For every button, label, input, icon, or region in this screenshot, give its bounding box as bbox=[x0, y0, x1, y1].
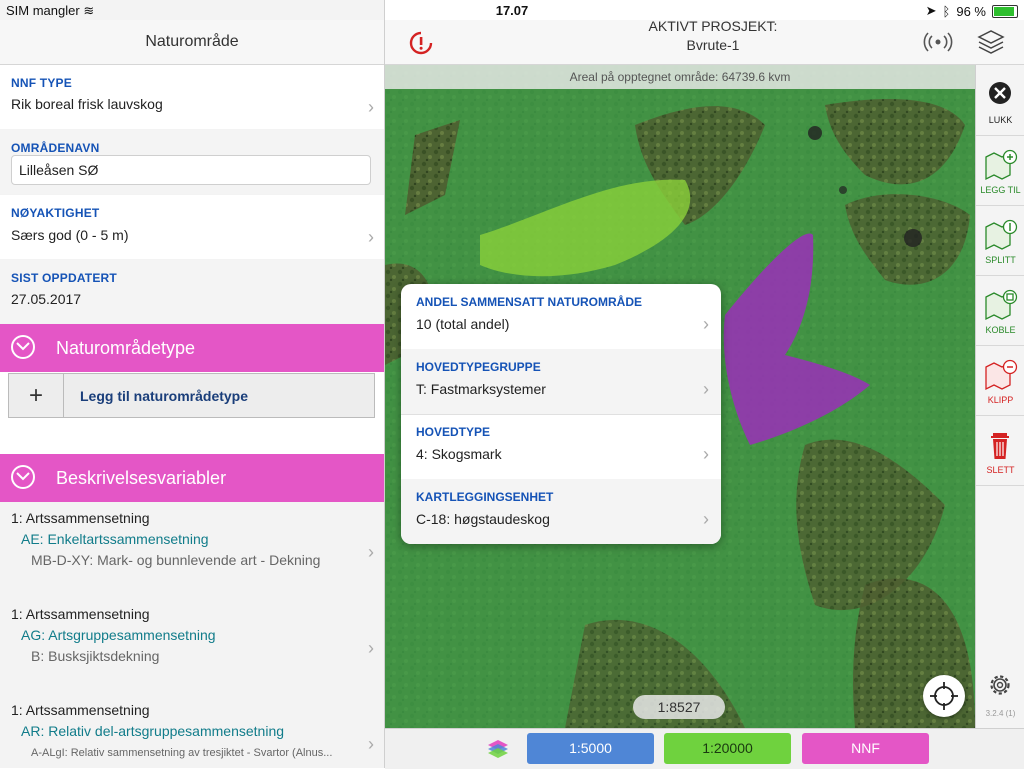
feature-popup: ANDEL SAMMENSATT NATUROMRÅDE 10 (total a… bbox=[401, 284, 721, 544]
section-title: Beskrivelsesvariabler bbox=[56, 468, 227, 488]
tool-label: KLIPP bbox=[987, 395, 1014, 405]
area-name-label: OMRÅDENAVN bbox=[11, 141, 100, 155]
chevron-down-icon bbox=[11, 335, 35, 359]
locate-button[interactable] bbox=[923, 675, 965, 717]
status-bar: SIM mangler ≋ 17.07 ➤ ᛒ 96 % bbox=[0, 0, 1024, 20]
popup-row-mapping-unit[interactable]: KARTLEGGINGSENHET C-18: høgstaudeskog › bbox=[401, 479, 721, 544]
tool-label: SLETT bbox=[986, 465, 1015, 475]
add-nature-area-type-button[interactable]: + Legg til naturområdetype bbox=[8, 373, 375, 418]
chevron-right-icon: › bbox=[368, 638, 374, 658]
accuracy-label: NØYAKTIGHET bbox=[11, 206, 100, 220]
chevron-right-icon: › bbox=[703, 379, 709, 399]
close-button[interactable]: LUKK bbox=[976, 65, 1024, 136]
list-item[interactable]: 1: Artssammensetning AR: Relativ del-art… bbox=[0, 696, 384, 768]
chevron-right-icon: › bbox=[368, 734, 374, 754]
map-cut-icon bbox=[985, 359, 1018, 391]
popup-value: 4: Skogsmark bbox=[416, 446, 502, 462]
panel-title: Naturområde bbox=[0, 20, 384, 65]
carrier-label: SIM mangler bbox=[6, 3, 80, 18]
nnf-button[interactable]: NNF bbox=[802, 733, 929, 764]
area-name-input[interactable]: Lilleåsen SØ bbox=[11, 155, 371, 185]
chevron-down-icon bbox=[11, 465, 35, 489]
gps-signal-icon[interactable] bbox=[923, 28, 953, 56]
popup-row-main-type-group[interactable]: HOVEDTYPEGRUPPE T: Fastmarksystemer › bbox=[401, 349, 721, 415]
tool-label: KOBLE bbox=[985, 325, 1016, 335]
area-readout: Areal på opptegnet område: 64739.6 kvm bbox=[385, 65, 975, 89]
popup-row-share[interactable]: ANDEL SAMMENSATT NATUROMRÅDE 10 (total a… bbox=[401, 284, 721, 350]
chevron-right-icon: › bbox=[368, 97, 374, 117]
map-join-icon bbox=[985, 289, 1018, 321]
plus-icon: + bbox=[9, 374, 64, 417]
split-button[interactable]: SPLITT bbox=[976, 205, 1024, 276]
close-icon bbox=[989, 82, 1011, 104]
last-updated-value: 27.05.2017 bbox=[11, 291, 82, 307]
edit-toolbar: LUKK LEGG TIL SPLITT KOBLE KLIPP SLETT 3… bbox=[975, 65, 1024, 728]
map-view[interactable]: Areal på opptegnet område: 64739.6 kvm A… bbox=[385, 65, 975, 728]
section-nature-area-type[interactable]: Naturområdetype bbox=[0, 324, 384, 372]
variable-type: AE: Enkeltartssammensetning bbox=[21, 531, 209, 547]
map-split-icon bbox=[985, 219, 1018, 251]
chevron-right-icon: › bbox=[703, 444, 709, 464]
location-icon: ➤ bbox=[925, 3, 937, 18]
variable-type: AG: Artsgruppesammensetning bbox=[21, 627, 216, 643]
tool-label: LEGG TIL bbox=[980, 185, 1021, 195]
popup-value: 10 (total andel) bbox=[416, 316, 510, 332]
map-header: AKTIVT PROSJEKT: Bvrute-1 bbox=[385, 18, 1024, 65]
popup-label: ANDEL SAMMENSATT NATUROMRÅDE bbox=[416, 295, 642, 309]
last-updated-label: SIST OPPDATERT bbox=[11, 271, 117, 285]
scale-5000-button[interactable]: 1:5000 bbox=[527, 733, 654, 764]
gear-icon[interactable] bbox=[986, 671, 1014, 699]
accuracy-value: Særs god (0 - 5 m) bbox=[11, 227, 129, 243]
nnf-type-label: NNF TYPE bbox=[11, 76, 72, 90]
list-item[interactable]: 1: Artssammensetning AE: Enkeltartssamme… bbox=[0, 504, 384, 600]
popup-label: HOVEDTYPEGRUPPE bbox=[416, 360, 541, 374]
last-updated-field: SIST OPPDATERT 27.05.2017 bbox=[0, 260, 384, 323]
crosshair-icon bbox=[930, 682, 958, 710]
delete-button[interactable]: SLETT bbox=[976, 415, 1024, 486]
chevron-right-icon: › bbox=[703, 314, 709, 334]
battery-percent: 96 % bbox=[956, 3, 986, 19]
chevron-right-icon: › bbox=[368, 542, 374, 562]
clock: 17.07 bbox=[495, 3, 529, 18]
left-panel: Naturområde NNF TYPE Rik boreal frisk la… bbox=[0, 0, 385, 768]
popup-value: T: Fastmarksystemer bbox=[416, 381, 546, 397]
nnf-type-value: Rik boreal frisk lauvskog bbox=[11, 96, 163, 112]
tool-label: LUKK bbox=[988, 115, 1013, 125]
bluetooth-icon: ᛒ bbox=[942, 3, 951, 19]
nnf-type-field[interactable]: NNF TYPE Rik boreal frisk lauvskog › bbox=[0, 65, 384, 129]
layers-icon[interactable] bbox=[976, 28, 1006, 56]
popup-row-main-type[interactable]: HOVEDTYPE 4: Skogsmark › bbox=[401, 414, 721, 480]
section-title: Naturområdetype bbox=[56, 338, 196, 358]
add-button[interactable]: LEGG TIL bbox=[976, 135, 1024, 206]
popup-label: KARTLEGGINGSENHET bbox=[416, 490, 554, 504]
area-name-field: OMRÅDENAVN Lilleåsen SØ bbox=[0, 130, 384, 194]
variable-group: 1: Artssammensetning bbox=[11, 702, 150, 718]
map-scale-readout: 1:8527 bbox=[633, 695, 725, 719]
list-item[interactable]: 1: Artssammensetning AG: Artsgruppesamme… bbox=[0, 600, 384, 696]
tool-label: SPLITT bbox=[985, 255, 1016, 265]
chevron-right-icon: › bbox=[703, 509, 709, 529]
cut-button[interactable]: KLIPP bbox=[976, 345, 1024, 416]
section-description-variables[interactable]: Beskrivelsesvariabler bbox=[0, 454, 384, 502]
wifi-icon: ≋ bbox=[83, 3, 95, 18]
map-add-icon bbox=[985, 149, 1018, 181]
accuracy-field[interactable]: NØYAKTIGHET Særs god (0 - 5 m) › bbox=[0, 195, 384, 259]
variable-group: 1: Artssammensetning bbox=[11, 606, 150, 622]
chevron-right-icon: › bbox=[368, 227, 374, 247]
trash-icon bbox=[991, 433, 1009, 459]
popup-value: C-18: høgstaudeskog bbox=[416, 511, 550, 527]
variable-detail: B: Busksjiktsdekning bbox=[31, 648, 160, 664]
popup-label: HOVEDTYPE bbox=[416, 425, 491, 439]
variable-group: 1: Artssammensetning bbox=[11, 510, 150, 526]
battery-icon bbox=[992, 4, 1018, 18]
add-type-label: Legg til naturområdetype bbox=[80, 388, 249, 404]
scale-20000-button[interactable]: 1:20000 bbox=[664, 733, 791, 764]
version-label: 3.2.4 (1) bbox=[985, 709, 1016, 718]
variable-detail: A-ALgI: Relativ sammensetning av tresjik… bbox=[31, 747, 333, 759]
variable-type: AR: Relativ del-artsgruppesammensetning bbox=[21, 723, 285, 739]
bottom-bar: 1:5000 1:20000 NNF bbox=[385, 728, 1024, 769]
join-button[interactable]: KOBLE bbox=[976, 275, 1024, 346]
variable-detail: MB-D-XY: Mark- og bunnlevende art - Dekn… bbox=[31, 552, 321, 568]
layers-icon[interactable] bbox=[486, 738, 510, 760]
